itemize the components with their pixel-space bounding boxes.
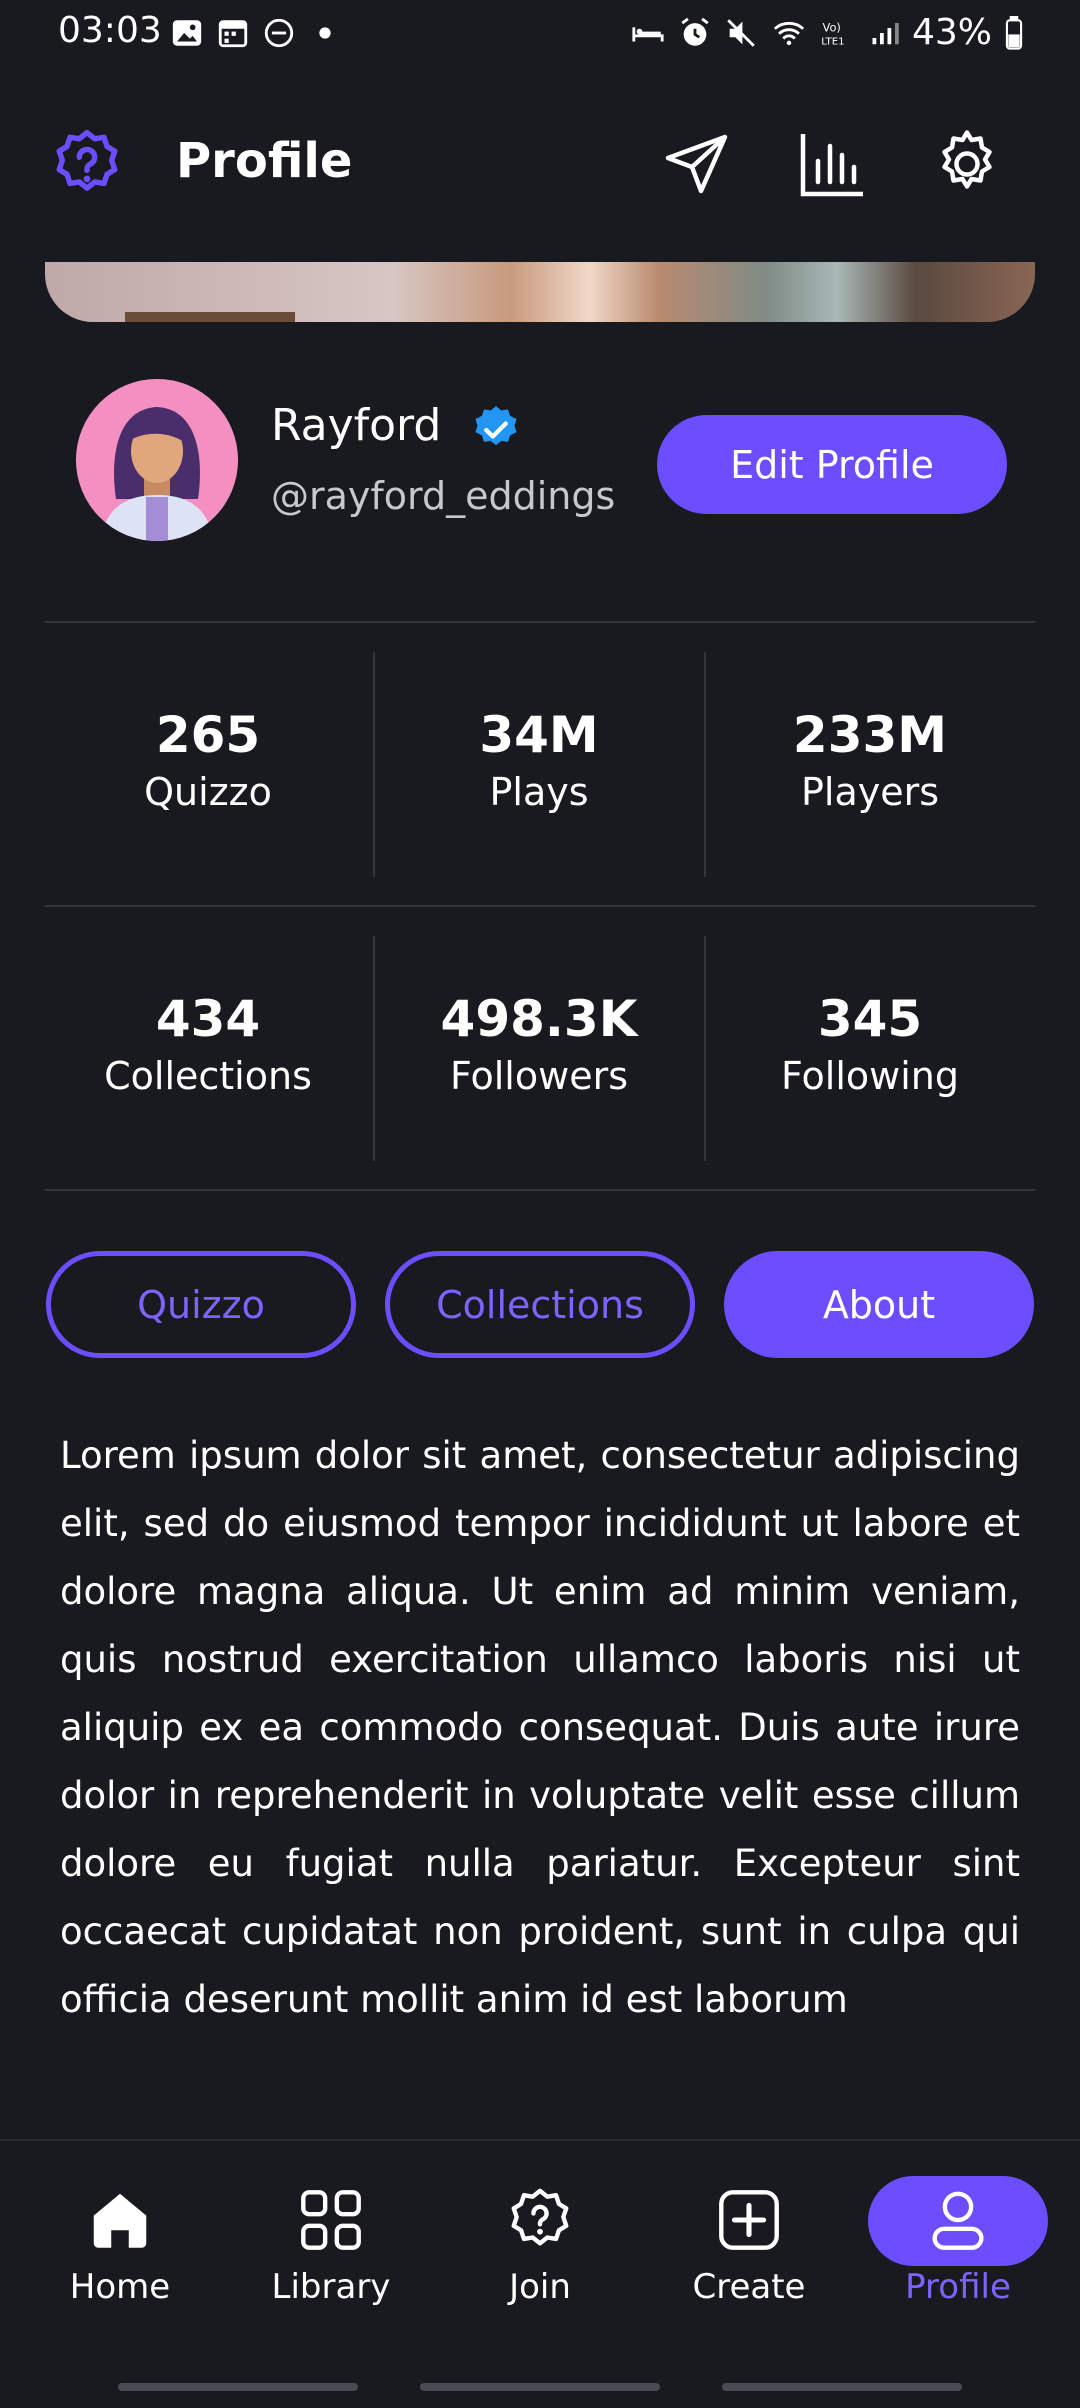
- wifi-icon: [773, 21, 805, 45]
- send-icon[interactable]: [662, 128, 734, 200]
- status-time: 03:03: [58, 10, 162, 51]
- user-handle: @rayford_eddings: [271, 474, 616, 518]
- settings-icon[interactable]: [931, 128, 1003, 200]
- nav-label: Home: [69, 2267, 171, 2307]
- svg-text:Vo): Vo): [823, 20, 841, 34]
- page-title: Profile: [176, 133, 353, 189]
- stat-value: 345: [817, 990, 923, 1048]
- stat-label: Players: [800, 770, 940, 814]
- tab-about[interactable]: About: [724, 1251, 1034, 1358]
- divider: [45, 621, 1035, 623]
- stat-value: 233M: [792, 706, 948, 764]
- nav-label: Join: [509, 2267, 571, 2307]
- gesture-bar: [420, 2383, 660, 2391]
- user-name: Rayford: [271, 400, 442, 451]
- plus-square-icon: [719, 2190, 779, 2250]
- stat-value: 498.3K: [440, 990, 638, 1048]
- battery-percent: 43%: [911, 12, 992, 53]
- stat-collections[interactable]: 434 Collections: [43, 990, 373, 1098]
- stat-plays[interactable]: 34M Plays: [374, 706, 704, 814]
- user-icon: [932, 2191, 984, 2250]
- stat-label: Plays: [489, 770, 589, 814]
- stat-label: Followers: [450, 1054, 628, 1098]
- edit-profile-button[interactable]: Edit Profile: [657, 415, 1007, 514]
- svg-text:LTE1: LTE1: [821, 36, 844, 47]
- dot-icon: [319, 27, 331, 39]
- alarm-icon: [681, 17, 709, 46]
- status-icons-right: Vo) LTE1 43%: [630, 12, 1024, 53]
- volte-icon: Vo) LTE1: [821, 20, 844, 47]
- avatar-illustration-icon: [76, 379, 238, 541]
- nav-label: Library: [271, 2267, 391, 2307]
- tab-collections[interactable]: Collections: [385, 1251, 695, 1358]
- stat-label: Following: [781, 1054, 959, 1098]
- nav-item-join[interactable]: Join: [440, 2175, 640, 2307]
- stats-icon[interactable]: [797, 128, 869, 200]
- nav-item-create[interactable]: Create: [649, 2175, 849, 2307]
- stat-value: 434: [155, 990, 261, 1048]
- nav-item-home[interactable]: Home: [20, 2175, 220, 2307]
- stat-label: Quizzo: [144, 770, 272, 814]
- verified-badge-icon: [475, 406, 517, 446]
- about-text: Lorem ipsum dolor sit amet, consectetur …: [60, 1434, 1020, 2021]
- app-logo-icon: [56, 129, 118, 191]
- grid-icon: [301, 2190, 361, 2250]
- tab-quizzo[interactable]: Quizzo: [46, 1251, 356, 1358]
- join-icon: [511, 2188, 569, 2246]
- nav-divider: [0, 2139, 1080, 2141]
- stat-value: 34M: [479, 706, 599, 764]
- status-bar: 03:03 Vo) LTE1 43%: [0, 0, 1080, 70]
- divider: [45, 1189, 1035, 1191]
- mute-icon: [727, 18, 755, 47]
- profile-banner: [45, 262, 1035, 322]
- avatar[interactable]: [76, 379, 238, 541]
- gesture-bar: [118, 2383, 358, 2391]
- home-icon: [93, 2193, 147, 2248]
- status-icons-left: [170, 16, 342, 50]
- stat-label: Collections: [104, 1054, 312, 1098]
- battery-icon: [1005, 15, 1023, 50]
- stat-value: 265: [155, 706, 261, 764]
- banner-detail: [125, 312, 295, 322]
- stat-followers[interactable]: 498.3K Followers: [374, 990, 704, 1098]
- dnd-icon: [264, 18, 294, 48]
- nav-label: Profile: [905, 2267, 1011, 2307]
- signal-icon: [872, 22, 899, 44]
- nav-item-profile[interactable]: Profile: [858, 2175, 1058, 2307]
- stat-players[interactable]: 233M Players: [705, 706, 1035, 814]
- stat-quizzo[interactable]: 265 Quizzo: [43, 706, 373, 814]
- gesture-bar: [722, 2383, 962, 2391]
- stat-following[interactable]: 345 Following: [705, 990, 1035, 1098]
- divider: [45, 905, 1035, 907]
- nav-item-library[interactable]: Library: [231, 2175, 431, 2307]
- calendar-icon: [218, 20, 248, 48]
- image-icon: [172, 20, 202, 46]
- nav-label: Create: [692, 2267, 806, 2307]
- bed-icon: [632, 26, 664, 41]
